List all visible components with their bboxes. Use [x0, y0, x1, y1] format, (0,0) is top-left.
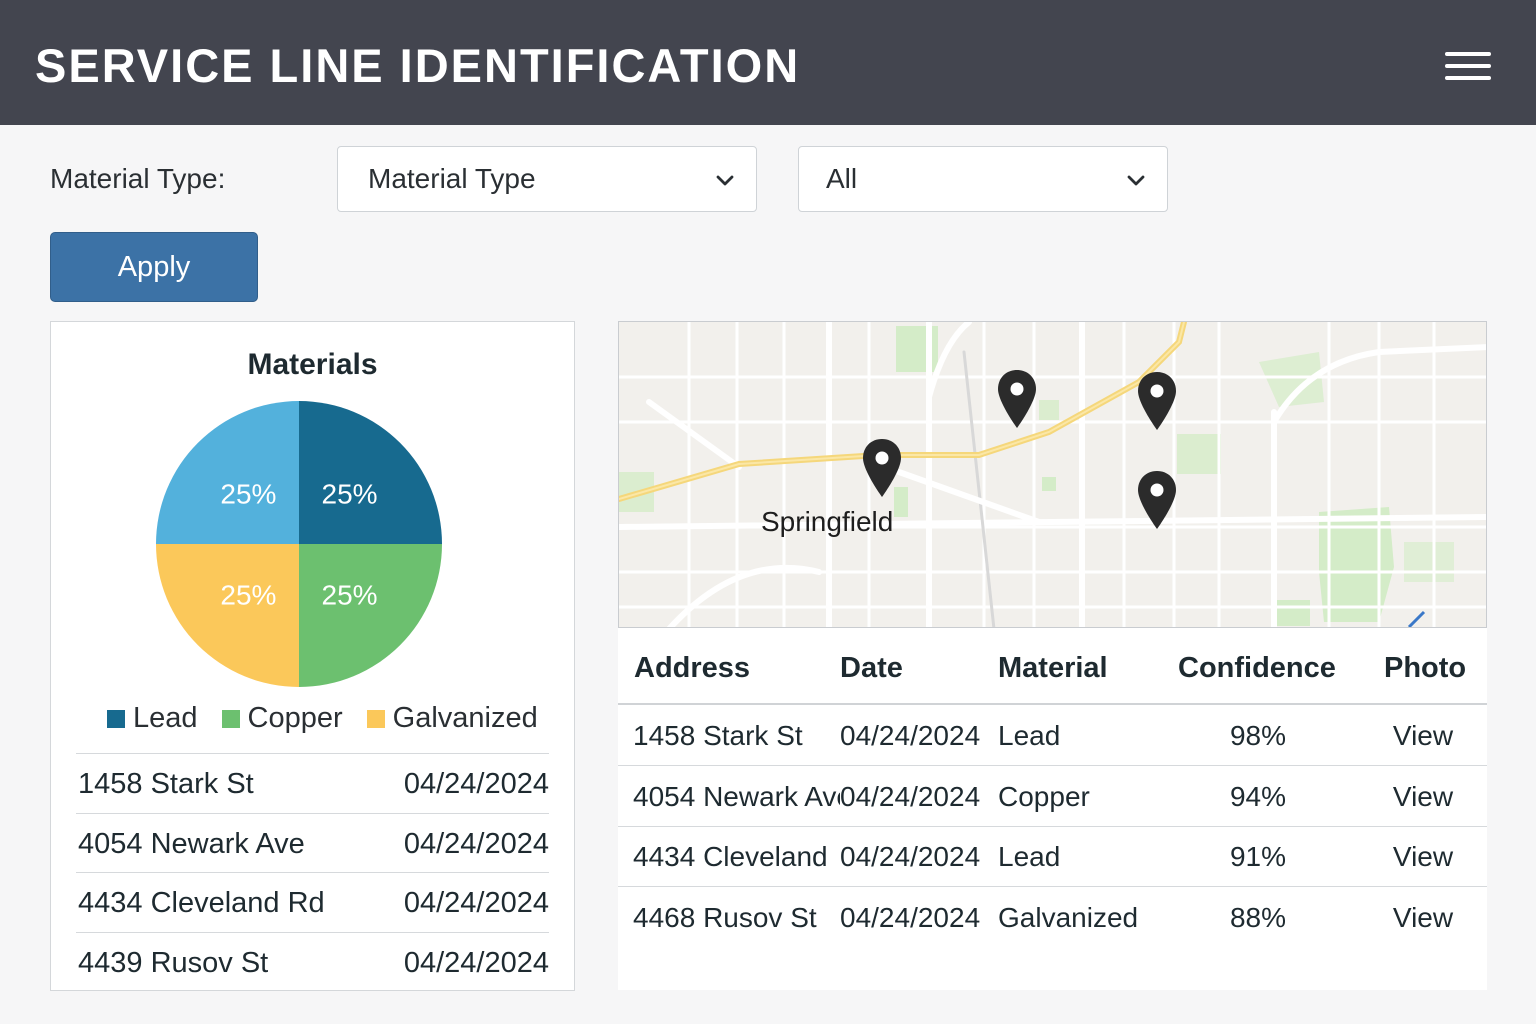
legend-swatch — [107, 710, 125, 728]
list-item-address: 4054 Newark Ave — [78, 827, 305, 860]
column-header-address[interactable]: Address — [634, 652, 750, 685]
map-pin-icon[interactable] — [1136, 469, 1178, 531]
legend-label: Lead — [133, 702, 198, 734]
map-pin-icon[interactable] — [1136, 370, 1178, 432]
cell-date: 04/24/2024 — [840, 901, 981, 933]
pie-slice-label: 25% — [220, 580, 276, 611]
legend-label: Copper — [247, 702, 343, 734]
map-view[interactable]: Springfield — [618, 321, 1487, 628]
material-type-select-value: Material Type — [368, 163, 536, 194]
table-row[interactable]: 4434 Cleveland 04/24/2024 Lead 91% View — [618, 826, 1487, 887]
materials-panel: Materials 25% 25% 25% 25% Lead Copper Galvani… — [50, 321, 575, 991]
cell-address: 4468 Rusov St — [633, 901, 817, 933]
list-item[interactable]: 4434 Cleveland Rd 04/24/2024 — [76, 872, 549, 932]
cell-date: 04/24/2024 — [840, 841, 981, 872]
legend-swatch — [366, 710, 385, 728]
view-photo-link[interactable]: View — [1378, 781, 1468, 813]
map-city-label: Springfield — [761, 506, 894, 537]
list-item[interactable]: 4439 Rusov St 04/24/2024 — [76, 931, 549, 992]
cell-material: Lead — [998, 841, 1061, 872]
map-pin-icon[interactable] — [861, 437, 903, 499]
cell-material: Galvanized — [998, 901, 1139, 933]
materials-pie-chart: 25% 25% 25% 25% — [156, 401, 442, 687]
column-header-photo: Photo — [1384, 652, 1467, 684]
legend-item: Copper — [221, 702, 343, 735]
pie-slice-lead — [299, 401, 442, 544]
pie-slice-copper — [299, 544, 442, 687]
cell-material: Lead — [998, 720, 1061, 751]
list-item-address: 1458 Stark St — [78, 768, 254, 800]
cell-date: 04/24/2024 — [840, 720, 981, 751]
apply-button[interactable]: Apply — [50, 232, 258, 302]
table-row[interactable]: 4054 Newark Ave 04/24/2024 Copper 94% View — [618, 766, 1487, 827]
results-table: Address Date Material Confidence Photo 1… — [618, 628, 1487, 990]
cell-material: Copper — [998, 780, 1090, 812]
cell-address: 1458 Stark St — [633, 720, 803, 751]
cell-confidence: 91% — [1229, 841, 1287, 872]
list-item-date: 04/24/2024 — [403, 827, 549, 860]
list-item-date: 04/24/2024 — [403, 887, 549, 919]
list-item-address: 4439 Rusov St — [78, 946, 269, 979]
map-streets — [619, 322, 1486, 627]
legend-label: Galvanized — [392, 702, 538, 734]
legend-item: Lead — [107, 702, 198, 735]
table-row[interactable]: 4468 Rusov St 04/24/2024 Galvanized 88% View — [618, 887, 1487, 948]
app-header: SERVICE LINE IDENTIFICATION — [0, 0, 1536, 125]
pie-slice-label: 25% — [220, 478, 276, 509]
pie-slice-galvanized — [156, 544, 299, 687]
chevron-down-icon — [1127, 175, 1145, 186]
cell-confidence: 88% — [1229, 901, 1287, 933]
chart-legend: Lead Copper Galvanized — [107, 702, 538, 742]
pie-slice-other — [156, 401, 299, 544]
pie-slice-label: 25% — [322, 580, 378, 611]
cell-date: 04/24/2024 — [840, 780, 981, 812]
cell-confidence: 94% — [1229, 780, 1287, 812]
chevron-down-icon — [716, 175, 734, 186]
hamburger-menu-icon[interactable] — [1445, 50, 1491, 82]
map-pin-icon[interactable] — [996, 368, 1038, 430]
view-photo-link[interactable]: View — [1378, 841, 1468, 873]
list-item[interactable]: 4054 Newark Ave 04/24/2024 — [76, 812, 549, 873]
column-header-material[interactable]: Material — [998, 652, 1108, 685]
list-item-address: 4434 Cleveland Rd — [78, 887, 325, 919]
column-header-confidence[interactable]: Confidence — [1178, 652, 1336, 685]
material-type-label: Material Type: — [50, 163, 226, 194]
pie-slice-label: 25% — [322, 478, 378, 509]
legend-item: Galvanized — [366, 702, 538, 735]
column-header-date[interactable]: Date — [840, 652, 903, 685]
list-item-date: 04/24/2024 — [403, 946, 549, 979]
cell-address: 4054 Newark Ave — [633, 780, 840, 812]
scope-select-value: All — [826, 163, 858, 194]
legend-swatch — [221, 710, 240, 728]
view-photo-link[interactable]: View — [1378, 720, 1468, 752]
scope-select[interactable]: All — [798, 146, 1168, 212]
recent-list: 1458 Stark St 04/24/2024 4054 Newark Ave 04… — [76, 753, 549, 991]
chart-title: Materials — [247, 348, 378, 381]
list-item[interactable]: 1458 Stark St 04/24/2024 — [76, 753, 549, 813]
material-type-select[interactable]: Material Type — [337, 146, 757, 212]
cell-confidence: 98% — [1229, 720, 1287, 751]
page-title: SERVICE LINE IDENTIFICATION — [35, 39, 801, 92]
list-item-date: 04/24/2024 — [403, 768, 549, 800]
table-row[interactable]: 1458 Stark St 04/24/2024 Lead 98% View — [618, 705, 1487, 766]
view-photo-link[interactable]: View — [1378, 902, 1468, 934]
cell-address: 4434 Cleveland — [633, 841, 828, 872]
